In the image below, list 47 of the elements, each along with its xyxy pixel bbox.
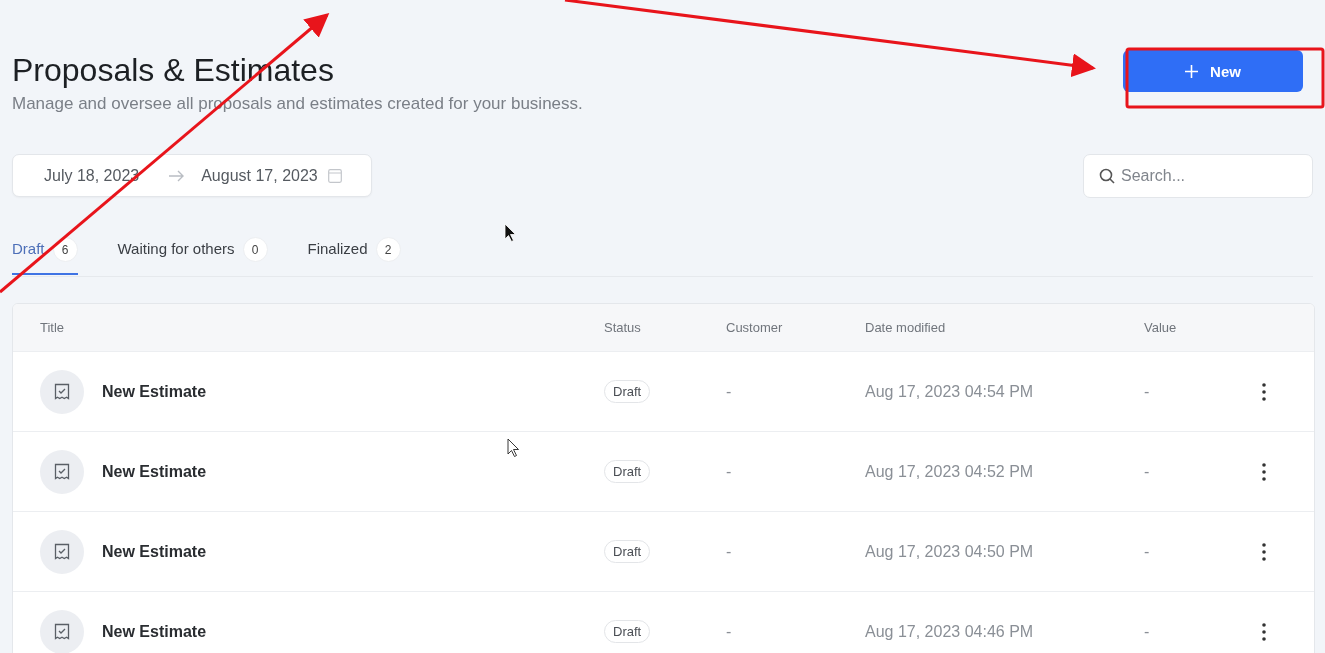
receipt-check-icon — [40, 449, 84, 494]
estimate-title[interactable]: New Estimate — [102, 462, 207, 481]
tab-count: 0 — [242, 237, 268, 262]
tab[interactable]: Finalized 2 — [307, 236, 401, 275]
status-badge: Draft — [604, 380, 651, 403]
tab-label: Finalized — [307, 240, 368, 257]
mouse-pointer-icon — [507, 438, 519, 457]
tab-count: 2 — [375, 237, 401, 262]
status-badge: Draft — [604, 620, 651, 643]
column-header: Value — [1144, 320, 1178, 335]
new-button[interactable]: New — [1123, 50, 1303, 92]
calendar-icon — [327, 168, 342, 183]
customer-cell-text: - — [726, 542, 733, 561]
estimate-title[interactable]: New Estimate — [102, 622, 207, 641]
date-cell-text: Aug 17, 2023 04:46 PM — [865, 622, 1035, 641]
value-cell-text: - — [1144, 462, 1151, 481]
mouse-pointer-icon — [504, 223, 516, 242]
column-header: Customer — [726, 320, 784, 335]
end-date: August 17, 2023 — [201, 166, 318, 185]
date-cell-text: Aug 17, 2023 04:50 PM — [865, 542, 1035, 561]
right-arrow-icon — [169, 169, 186, 182]
search-field[interactable]: Search... — [1083, 154, 1313, 198]
customer-cell-text: - — [726, 382, 733, 401]
tab[interactable]: Waiting for others 0 — [117, 236, 268, 275]
tab-label: Draft — [12, 240, 45, 257]
tab-count: 6 — [52, 237, 78, 262]
start-date: July 18, 2023 — [44, 166, 140, 185]
column-header: Date modified — [865, 320, 947, 335]
date-cell-text: Aug 17, 2023 04:54 PM — [865, 382, 1035, 401]
status-badge: Draft — [604, 540, 651, 563]
column-header: Status — [604, 320, 642, 335]
estimate-title[interactable]: New Estimate — [102, 542, 207, 561]
date-range-picker[interactable]: July 18, 2023 August 17, 2023 — [12, 154, 372, 197]
value-cell-text: - — [1144, 382, 1151, 401]
tab[interactable]: Draft 6 — [12, 236, 78, 275]
date-cell-text: Aug 17, 2023 04:52 PM — [865, 462, 1035, 481]
status-badge: Draft — [604, 460, 651, 483]
customer-cell-text: - — [726, 622, 733, 641]
tab-label: Waiting for others — [117, 240, 235, 257]
column-header: Title — [40, 320, 66, 335]
plus-icon — [1185, 64, 1199, 78]
receipt-check-icon — [40, 369, 84, 414]
value-cell-text: - — [1144, 542, 1151, 561]
estimate-title[interactable]: New Estimate — [102, 382, 207, 401]
value-cell-text: - — [1144, 622, 1151, 641]
customer-cell-text: - — [726, 462, 733, 481]
receipt-check-icon — [40, 529, 84, 574]
